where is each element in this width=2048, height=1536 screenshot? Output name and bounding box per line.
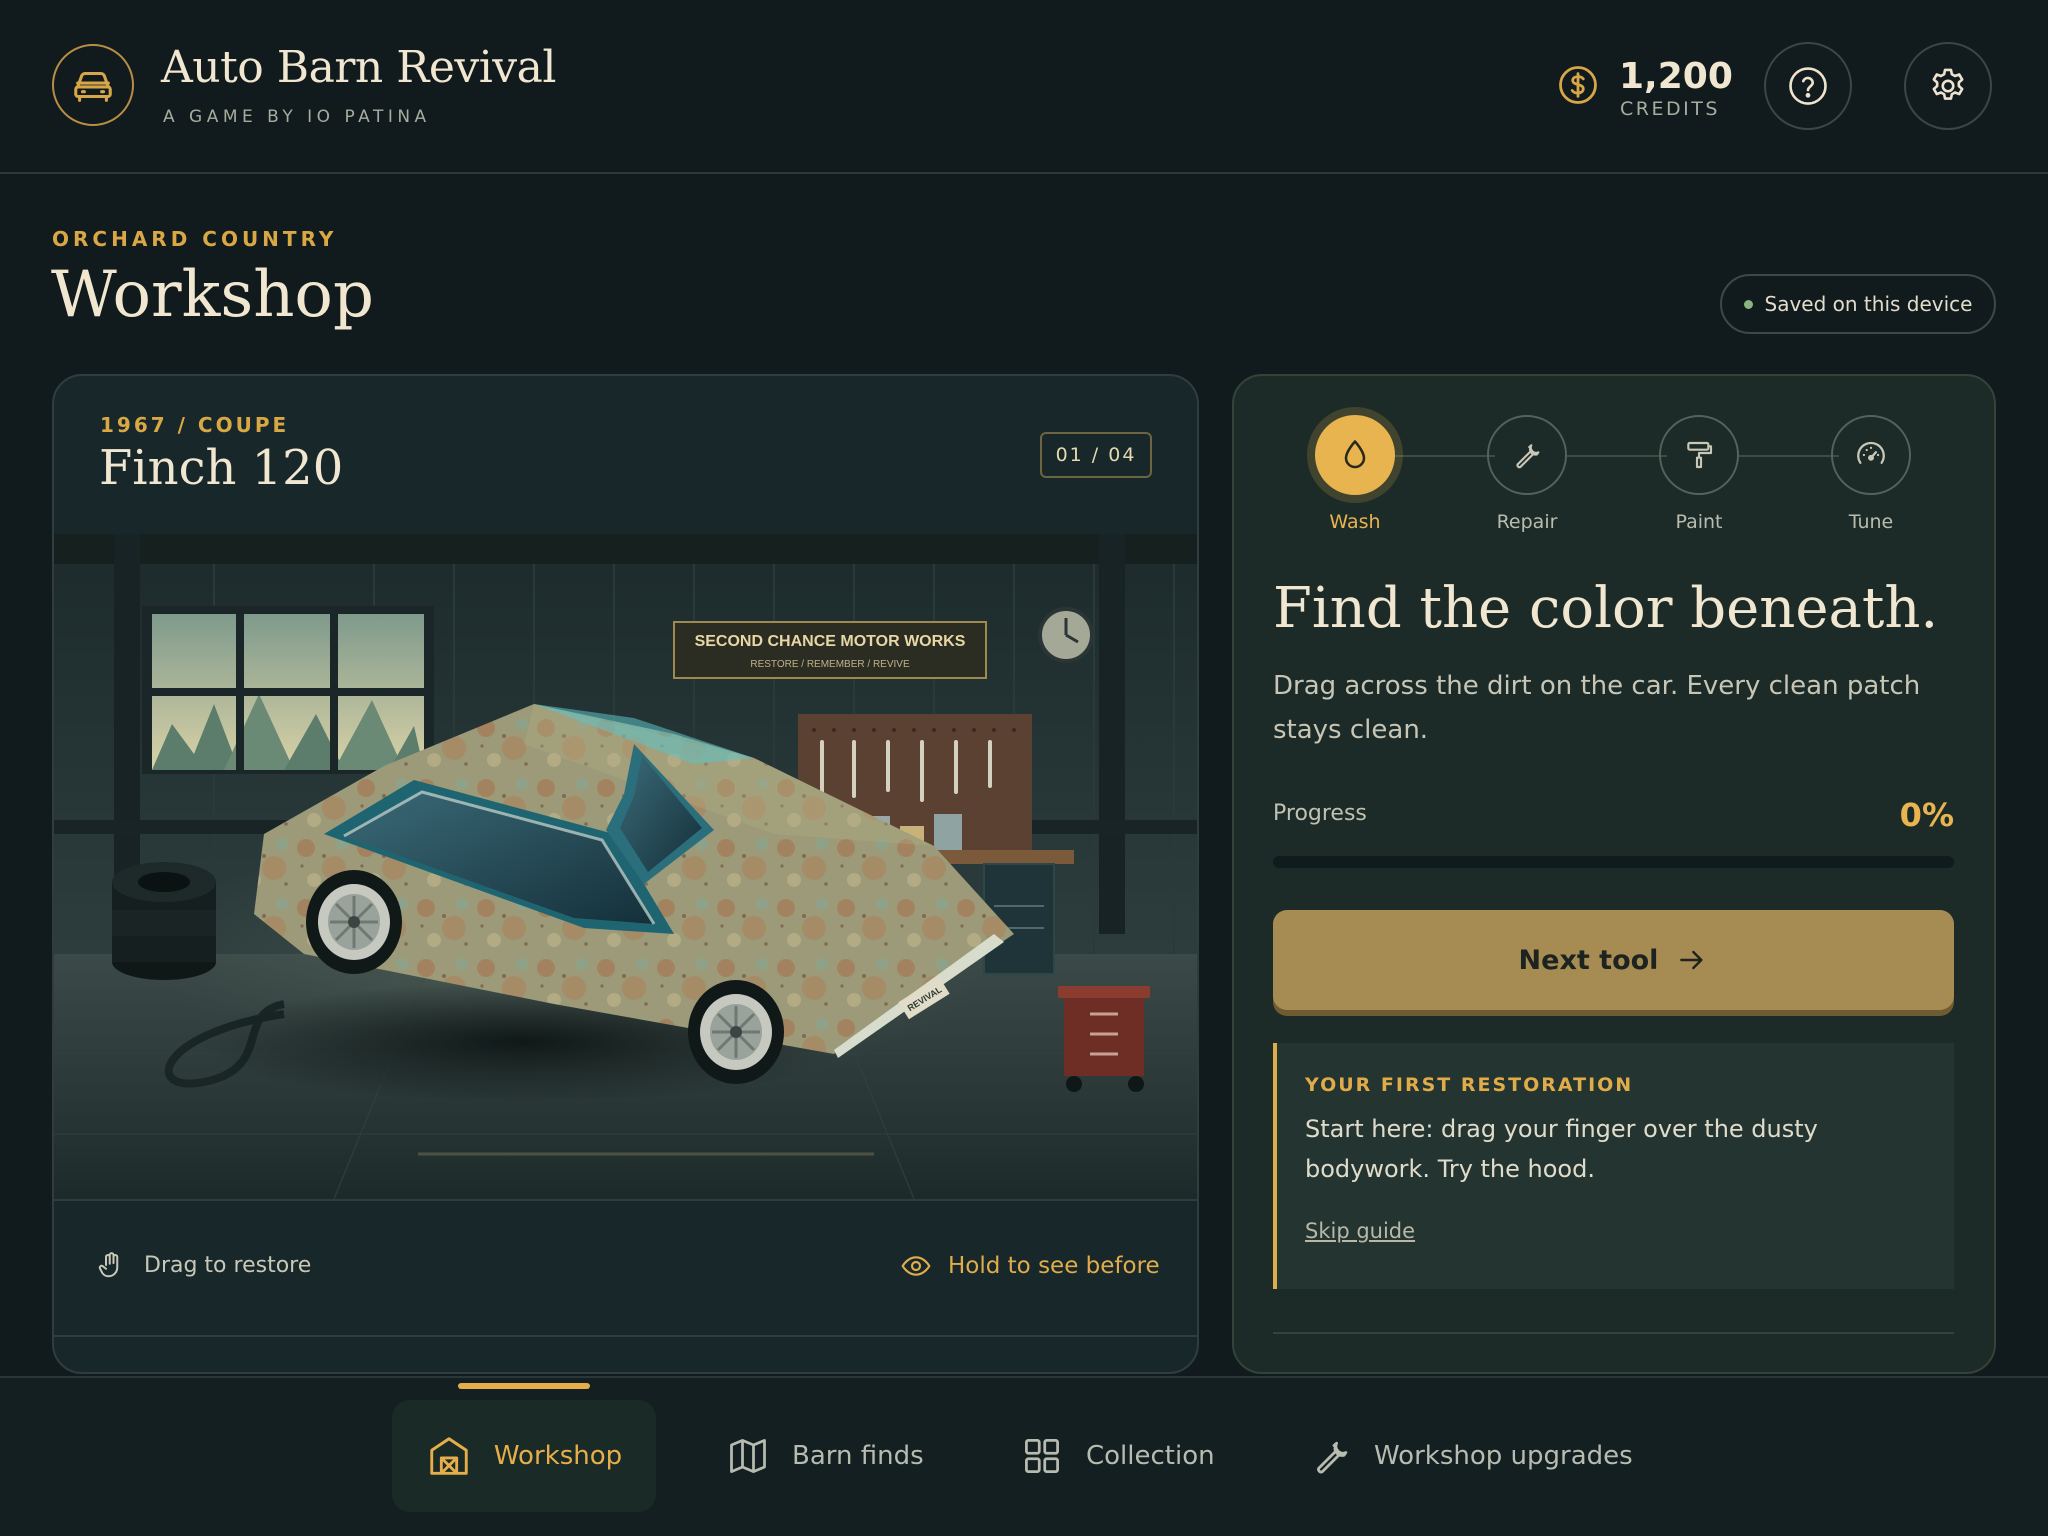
progress-label: Progress (1273, 801, 1367, 826)
tool-step-tune[interactable] (1831, 415, 1911, 495)
tool-step-repair[interactable] (1487, 415, 1567, 495)
map-icon (730, 1439, 766, 1473)
tool-label-tune: Tune (1848, 511, 1894, 533)
arrow-right-icon (1680, 950, 1703, 970)
nav-label-collection: Collection (1086, 1441, 1215, 1471)
progress-bar (1273, 856, 1954, 868)
car-name: Finch 120 (99, 440, 344, 496)
nav-tab-barn-finds[interactable]: Barn finds (726, 1400, 924, 1512)
help-button[interactable] (1764, 42, 1852, 130)
page-title: Workshop (51, 258, 374, 332)
barn-icon (430, 1437, 468, 1475)
tool-label-paint: Paint (1675, 511, 1723, 533)
region-label: ORCHARD COUNTRY (52, 227, 338, 251)
tool-step-wash[interactable] (1315, 415, 1395, 495)
tool-label-repair: Repair (1496, 511, 1558, 533)
nav-label-workshop-upgrades: Workshop upgrades (1374, 1441, 1633, 1471)
sign-title: SECOND CHANCE MOTOR WORKS (695, 633, 966, 650)
hand-icon (98, 1252, 119, 1278)
status-dot (1743, 299, 1753, 309)
nav-label-barn-finds: Barn finds (792, 1441, 924, 1471)
sign-subtitle: RESTORE / REMEMBER / REVIVE (750, 659, 910, 670)
drag-hint-label: Drag to restore (144, 1252, 312, 1278)
app-title: Auto Barn Revival (161, 42, 556, 93)
credits-label: CREDITS (1620, 98, 1720, 120)
save-status-text: Saved on this device (1764, 292, 1973, 316)
active-tab-indicator (458, 1383, 590, 1389)
nav-label-workshop: Workshop (493, 1441, 623, 1471)
help-icon (1789, 67, 1827, 105)
tool-headline: Find the color beneath. (1273, 576, 1939, 641)
progress-value: 0% (1899, 796, 1954, 834)
hold-hint-label: Hold to see before (948, 1253, 1160, 1279)
step-connector (1395, 455, 1495, 457)
gear-icon (1932, 68, 1964, 100)
restoration-canvas[interactable]: SECOND CHANCE MOTOR WORKS RESTORE / REME… (54, 534, 1197, 1199)
tool-label-wash: Wash (1329, 511, 1381, 533)
guide-heading: YOUR FIRST RESTORATION (1305, 1074, 1634, 1096)
shop-sign: SECOND CHANCE MOTOR WORKS RESTORE / REME… (673, 621, 987, 679)
grid-icon (1025, 1439, 1059, 1473)
wall-clock (1038, 607, 1094, 663)
car-year-type: 1967 / COUPE (100, 413, 290, 437)
tire-stack (112, 862, 216, 980)
next-tool-button[interactable]: Next tool (1273, 910, 1954, 1010)
app-subtitle: A GAME BY IO PATINA (163, 107, 431, 127)
save-status-badge: Saved on this device (1720, 274, 1996, 334)
car-counter: 01 / 04 (1040, 432, 1152, 478)
next-tool-label: Next tool (1518, 944, 1659, 976)
drag-hint: Drag to restore (96, 1250, 311, 1280)
panel-divider (1273, 1332, 1954, 1334)
wrench-icon (1516, 444, 1540, 469)
barn-window (142, 606, 434, 774)
guide-body: Start here: drag your finger over the du… (1305, 1115, 1818, 1183)
gauge-icon (1857, 441, 1885, 464)
hold-to-see-before-button[interactable]: Hold to see before (900, 1250, 1160, 1282)
coin-icon (1559, 66, 1597, 104)
credits-value: 1,200 (1619, 56, 1733, 97)
nav-tab-workshop[interactable]: Workshop (392, 1400, 656, 1512)
rear-wheel (306, 870, 402, 974)
app-logo (52, 44, 134, 126)
tool-description: Drag across the dirt on the car. Every c… (1273, 671, 1921, 745)
front-wheel (688, 980, 784, 1084)
nav-tab-collection[interactable]: Collection (1020, 1400, 1215, 1512)
skip-guide-link[interactable]: Skip guide (1305, 1219, 1415, 1243)
eye-icon (901, 1256, 931, 1276)
settings-button[interactable] (1904, 42, 1992, 130)
paint-roller-icon (1687, 441, 1713, 469)
tool-step-paint[interactable] (1659, 415, 1739, 495)
car-icon (74, 71, 112, 102)
step-connector (1567, 455, 1667, 457)
wrench-icon (1317, 1441, 1348, 1474)
nav-tab-workshop-upgrades[interactable]: Workshop upgrades (1310, 1400, 1633, 1512)
step-connector (1739, 455, 1839, 457)
droplet-icon (1344, 440, 1366, 469)
